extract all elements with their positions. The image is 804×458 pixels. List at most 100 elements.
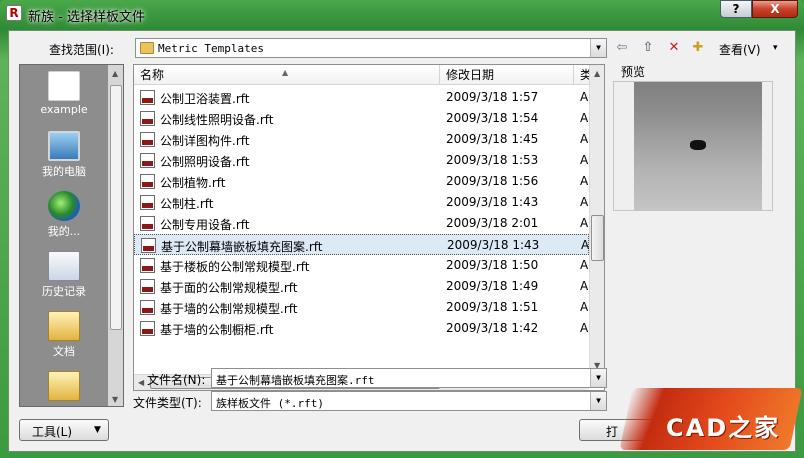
places-scrollbar[interactable]: ▲ ▼ [108,65,123,406]
title-bar[interactable]: R 新族 - 选择样板文件 ? X [0,0,804,28]
back-icon[interactable]: ⇦ [613,39,631,57]
place-label: 我的电脑 [42,165,86,178]
rft-file-icon [140,111,155,126]
table-row[interactable]: 公制线性照明设备.rft 2009/3/18 1:54 A [134,108,589,129]
table-row[interactable]: 基于楼板的公制常规模型.rft 2009/3/18 1:50 A [134,255,589,276]
place-network[interactable]: 我的... [20,191,108,239]
table-row[interactable]: 公制照明设备.rft 2009/3/18 1:53 A [134,150,589,171]
rft-file-icon [140,258,155,273]
vscroll-thumb[interactable] [591,215,604,261]
table-row[interactable]: 公制专用设备.rft 2009/3/18 2:01 A [134,213,589,234]
rft-file-icon [140,90,155,105]
scroll-up-icon[interactable]: ▲ [112,69,118,78]
file-list-header: 名称 ▲ 修改日期 类 [134,65,594,85]
preview-label: 预览 [621,65,646,79]
file-type: A [580,153,589,167]
column-header-name[interactable]: 名称 ▲ [134,65,440,85]
computer-icon [48,131,80,161]
rft-file-icon [140,195,155,210]
file-list[interactable]: 名称 ▲ 修改日期 类 公制卫浴装置.rft 2009/3/18 1:57 A 公制线… [133,64,605,391]
file-date: 2009/3/18 1:56 [446,174,539,188]
file-date: 2009/3/18 2:01 [446,216,539,230]
table-row[interactable]: 基于面的公制常规模型.rft 2009/3/18 1:49 A [134,276,589,297]
chevron-down-icon: ▼ [94,425,101,435]
place-history[interactable]: 历史记录 [20,251,108,299]
table-row[interactable]: 公制柱.rft 2009/3/18 1:43 A [134,192,589,213]
up-folder-icon[interactable]: ⇧ [639,39,657,57]
tools-label: 工具(L) [32,425,73,439]
filename-value: 基于公制幕墙嵌板填充图案.rft [216,374,375,387]
file-type: A [581,238,590,252]
tools-button[interactable]: 工具(L) ▼ [19,419,109,441]
table-row[interactable]: 公制详图构件.rft 2009/3/18 1:45 A [134,129,589,150]
place-example[interactable]: example [20,71,108,116]
rft-file-icon [140,132,155,147]
look-in-combo[interactable]: Metric Templates ▼ [135,38,607,58]
chevron-down-icon[interactable]: ▼ [590,369,606,387]
table-row[interactable]: 基于墙的公制常规模型.rft 2009/3/18 1:51 A [134,297,589,318]
column-header-label: 名称 [140,68,165,82]
place-favorites[interactable] [20,371,108,401]
chevron-down-icon[interactable]: ▼ [590,392,606,410]
close-button[interactable]: X [752,0,798,18]
filename-label: 文件名(N): [147,373,206,387]
file-date: 2009/3/18 1:53 [446,153,539,167]
file-type: A [580,258,589,272]
file-type: A [580,195,589,209]
file-type: A [580,216,589,230]
table-row[interactable]: 公制植物.rft 2009/3/18 1:56 A [134,171,589,192]
delete-icon[interactable]: ✕ [665,39,683,57]
places-scroll-thumb[interactable] [110,85,122,330]
file-list-vscrollbar[interactable]: ▲ ▼ [589,65,604,374]
file-date: 2009/3/18 1:54 [446,111,539,125]
rft-file-icon [141,238,156,253]
file-type: A [580,132,589,146]
favorites-icon [48,371,80,401]
file-name: 基于面的公制常规模型.rft [160,281,298,295]
file-name: 公制照明设备.rft [160,155,250,169]
file-type: A [580,111,589,125]
rft-file-icon [140,300,155,315]
folder-icon [48,71,80,101]
preview-object [690,140,706,150]
file-date: 2009/3/18 1:51 [446,300,539,314]
rft-file-icon [140,321,155,336]
help-button[interactable]: ? [720,0,752,18]
look-in-value: Metric Templates [158,42,264,55]
window-title: 新族 - 选择样板文件 [28,10,145,25]
place-label: example [40,103,88,116]
file-type: A [580,300,589,314]
place-my-computer[interactable]: 我的电脑 [20,131,108,179]
preview-image [634,82,762,210]
view-dropdown-icon[interactable]: ▾ [773,43,778,53]
column-header-label: 修改日期 [446,68,495,82]
file-name: 公制柱.rft [160,197,214,211]
file-date: 2009/3/18 1:45 [446,132,539,146]
chevron-down-icon[interactable]: ▼ [590,39,606,57]
file-name: 基于墙的公制橱柜.rft [160,323,274,337]
new-folder-icon[interactable]: ✚ [689,39,707,57]
dialog-window: R 新族 - 选择样板文件 ? X 查找范围(I): Metric Templa… [0,0,804,458]
scroll-down-icon[interactable]: ▼ [112,395,118,404]
file-date: 2009/3/18 1:50 [446,258,539,272]
rft-file-icon [140,216,155,231]
file-date: 2009/3/18 1:43 [447,238,540,252]
documents-icon [48,311,80,341]
file-type: A [580,279,589,293]
watermark-text: CAD之家 [666,414,781,442]
place-label: 我的... [47,225,81,238]
filetype-combo[interactable]: 族样板文件 (*.rft) ▼ [211,391,607,411]
view-menu-button[interactable]: 查看(V) [719,41,761,58]
history-icon [48,251,80,281]
file-name: 基于公制幕墙嵌板填充图案.rft [161,240,323,254]
scroll-left-icon[interactable]: ◀ [138,378,144,387]
file-name: 基于墙的公制常规模型.rft [160,302,298,316]
filename-input[interactable]: 基于公制幕墙嵌板填充图案.rft ▼ [211,368,607,388]
table-row[interactable]: 基于公制幕墙嵌板填充图案.rft 2009/3/18 1:43 A [134,234,589,255]
place-documents[interactable]: 文档 [20,311,108,359]
table-row[interactable]: 基于墙的公制橱柜.rft 2009/3/18 1:42 A [134,318,589,339]
column-header-date[interactable]: 修改日期 [440,65,574,85]
table-row[interactable]: 公制卫浴装置.rft 2009/3/18 1:57 A [134,87,589,108]
scroll-up-icon[interactable]: ▲ [594,69,600,78]
network-icon [48,191,80,221]
